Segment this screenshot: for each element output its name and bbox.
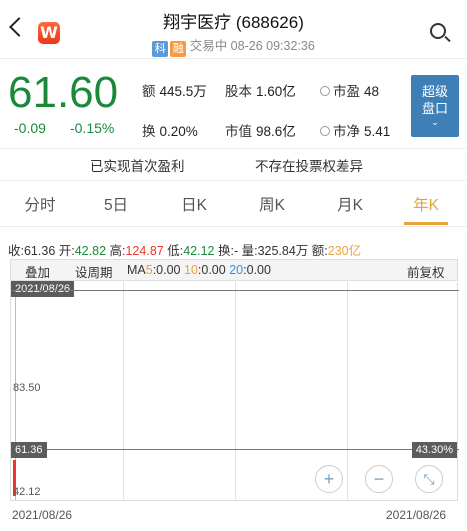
cursor-horizontal-line	[11, 449, 459, 450]
zoom-in-button[interactable]: +	[315, 465, 343, 493]
turnover-stat: 换 0.20%	[142, 124, 198, 139]
cursor-date-label: 2021/08/26	[11, 281, 75, 297]
super-order-book-button[interactable]: 超级 盘口 ⌄	[411, 75, 459, 137]
cursor-line-top	[11, 290, 459, 291]
pe-stat[interactable]: 市盈 48	[320, 80, 379, 100]
trade-status: 科融 交易中 08-26 09:32:36	[0, 35, 467, 57]
chevron-down-icon: ⌄	[431, 117, 439, 127]
price-change: -0.09	[14, 120, 46, 136]
grid-line	[235, 282, 236, 500]
current-price: 61.60	[8, 68, 119, 117]
cursor-price-label: 61.36	[11, 442, 47, 458]
profit-note: 已实现首次盈利	[90, 159, 185, 174]
ohlc-summary: 收:61.36 开:42.82 高:124.87 低:42.12 换:- 量:3…	[8, 244, 362, 258]
price-adjust-button[interactable]: 前复权	[407, 262, 445, 281]
expand-icon[interactable]: ⤡	[415, 465, 443, 493]
tab-monthly-k[interactable]: 月K	[320, 193, 380, 215]
status-text: 交易中 08-26 09:32:36	[189, 39, 315, 53]
chart-toolbar: 叠加 设周期 MA5:0.00 10:0.00 20:0.00 前复权	[10, 259, 458, 281]
divider	[0, 180, 467, 181]
tab-daily-k[interactable]: 日K	[164, 193, 224, 215]
active-tab-indicator	[404, 222, 448, 225]
pb-stat[interactable]: 市净 5.41	[320, 120, 390, 140]
stock-title: 翔宇医疗 (688626)	[163, 13, 304, 32]
overlay-button[interactable]: 叠加	[25, 262, 50, 281]
divider	[0, 148, 467, 149]
set-period-button[interactable]: 设周期	[75, 262, 113, 281]
y-axis-low-label: 42.12	[13, 486, 41, 498]
market-cap-stat: 市值 98.6亿	[225, 124, 296, 139]
tab-5day[interactable]: 5日	[86, 193, 146, 215]
header: W 翔宇医疗 (688626) 科融 交易中 08-26 09:32:36	[0, 0, 467, 58]
x-axis-end-date: 2021/08/26	[386, 508, 447, 522]
moving-average-legend: MA5:0.00 10:0.00 20:0.00	[127, 263, 271, 277]
info-icon	[320, 126, 330, 136]
y-axis-mid-label: 83.50	[13, 382, 41, 394]
grid-line	[123, 282, 124, 500]
price-change-pct: -0.15%	[70, 120, 115, 136]
star-market-tag: 科	[152, 41, 169, 57]
x-axis-start-date: 2021/08/26	[12, 508, 73, 522]
kline-chart[interactable]: 2021/08/26 83.50 61.36 43.30% 42.12 + − …	[10, 281, 459, 501]
divider	[0, 58, 467, 59]
cursor-pct-label: 43.30%	[411, 442, 457, 458]
margin-tag: 融	[170, 41, 187, 57]
search-icon[interactable]	[430, 23, 446, 39]
grid-line	[347, 282, 348, 500]
divider	[0, 226, 467, 227]
shares-stat: 股本 1.60亿	[225, 84, 296, 99]
amount-stat: 额 445.5万	[142, 84, 207, 99]
tab-weekly-k[interactable]: 周K	[242, 193, 302, 215]
tab-yearly-k[interactable]: 年K	[396, 193, 456, 215]
tab-intraday[interactable]: 分时	[10, 193, 70, 215]
voting-note: 不存在投票权差异	[255, 159, 363, 174]
info-icon	[320, 86, 330, 96]
zoom-out-button[interactable]: −	[365, 465, 393, 493]
